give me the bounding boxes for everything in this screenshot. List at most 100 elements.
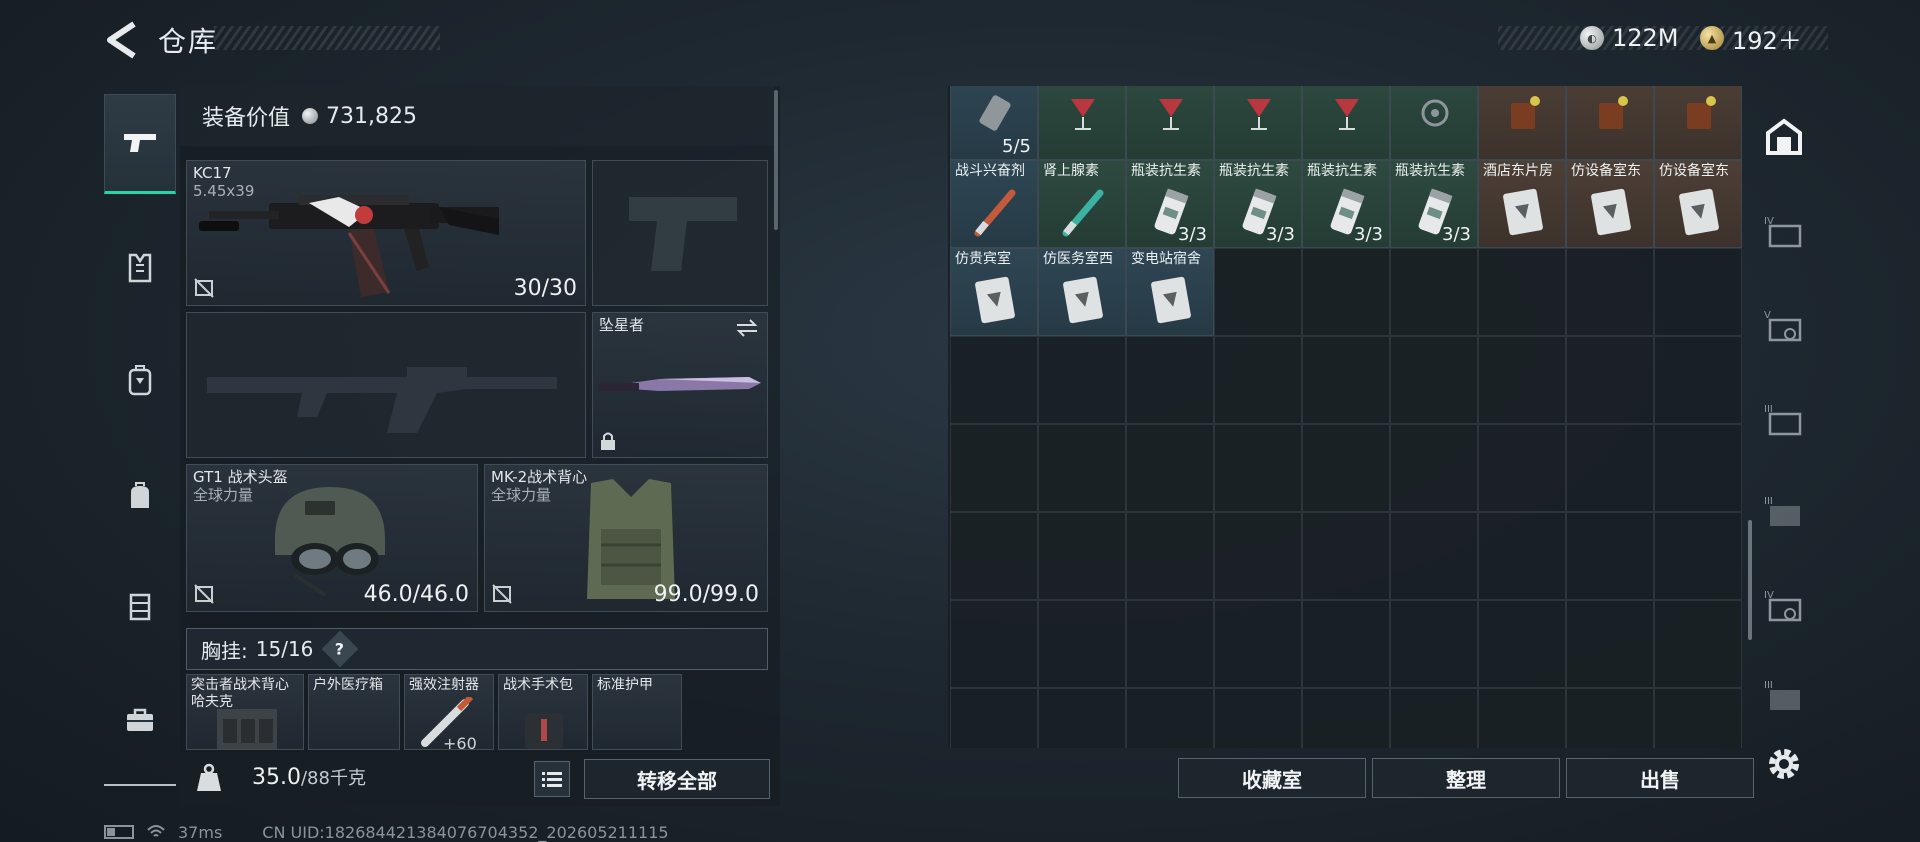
grid-cell[interactable] <box>1038 336 1126 424</box>
inventory-item[interactable]: 肾上腺素 <box>1038 160 1126 248</box>
rail-tools[interactable] <box>104 670 176 770</box>
rail-container-iv[interactable]: IV <box>1760 196 1808 266</box>
grid-cell[interactable] <box>1654 336 1742 424</box>
inventory-item[interactable] <box>1390 86 1478 160</box>
chest-rig-bar[interactable]: 胸挂: 15/16 ? <box>186 628 768 670</box>
grid-cell[interactable] <box>1214 336 1302 424</box>
grid-cell[interactable] <box>1126 336 1214 424</box>
grid-cell[interactable] <box>950 424 1038 512</box>
grid-cell[interactable] <box>1302 336 1390 424</box>
inventory-item[interactable] <box>1478 86 1566 160</box>
grid-cell[interactable] <box>1390 600 1478 688</box>
inventory-item[interactable]: 仿贵宾室 <box>950 248 1038 336</box>
grid-cell[interactable] <box>1214 600 1302 688</box>
grid-cell[interactable] <box>1390 336 1478 424</box>
chest-item-armor[interactable]: 标准护甲 <box>592 674 682 750</box>
inventory-item[interactable]: 瓶装抗生素 3/3 <box>1214 160 1302 248</box>
transfer-all-button[interactable]: 转移全部 <box>584 759 770 799</box>
grid-cell[interactable] <box>950 336 1038 424</box>
grid-cell[interactable] <box>1478 600 1566 688</box>
inventory-item[interactable] <box>1126 86 1214 160</box>
grid-cell[interactable] <box>1654 600 1742 688</box>
grid-cell[interactable] <box>1214 248 1302 336</box>
primary-weapon-slot[interactable]: KC17 5.45x39 30/30 <box>186 160 586 306</box>
gold-currency[interactable]: ▲ 192＋ <box>1700 22 1802 55</box>
grid-cell[interactable] <box>1566 248 1654 336</box>
rail-safehouse[interactable] <box>1760 102 1808 172</box>
inventory-item[interactable] <box>1038 86 1126 160</box>
grid-cell[interactable] <box>1478 688 1566 748</box>
grid-cell[interactable] <box>1126 600 1214 688</box>
grid-cell[interactable] <box>1478 512 1566 600</box>
chest-item-medkit[interactable]: 户外医疗箱 <box>308 674 400 750</box>
grid-cell[interactable] <box>1126 688 1214 748</box>
grid-cell[interactable] <box>1038 424 1126 512</box>
grid-cell[interactable] <box>1566 424 1654 512</box>
left-scrollbar[interactable] <box>774 90 778 230</box>
grid-cell[interactable] <box>1390 512 1478 600</box>
settings-button[interactable] <box>1764 744 1804 784</box>
grid-cell[interactable] <box>1038 688 1126 748</box>
grid-cell[interactable] <box>1654 512 1742 600</box>
rail-container-v[interactable]: V <box>1760 290 1808 360</box>
grid-cell[interactable] <box>1390 248 1478 336</box>
grid-cell[interactable] <box>1654 688 1742 748</box>
chest-item-vest[interactable]: 突击者战术背心 哈夫克 <box>186 674 304 750</box>
inventory-item[interactable]: 瓶装抗生素 3/3 <box>1390 160 1478 248</box>
help-button[interactable]: ? <box>322 630 359 668</box>
grid-cell[interactable] <box>1038 600 1126 688</box>
inventory-item[interactable] <box>1214 86 1302 160</box>
helmet-slot[interactable]: GT1 战术头盔 全球力量 46.0/46.0 <box>186 464 478 612</box>
sort-button[interactable]: 整理 <box>1372 758 1560 798</box>
grid-cell[interactable] <box>1478 424 1566 512</box>
grid-cell[interactable] <box>1302 248 1390 336</box>
grid-cell[interactable] <box>1126 424 1214 512</box>
grid-cell[interactable] <box>1302 424 1390 512</box>
grid-cell[interactable] <box>1566 512 1654 600</box>
rail-bag[interactable] <box>104 446 176 546</box>
secondary-weapon-slot[interactable] <box>186 312 586 458</box>
rail-container-iii[interactable]: III <box>1760 384 1808 454</box>
rail-container-iii-b[interactable]: III <box>1760 476 1808 546</box>
grid-cell[interactable] <box>1654 424 1742 512</box>
grid-cell[interactable] <box>1214 688 1302 748</box>
sell-button[interactable]: 出售 <box>1566 758 1754 798</box>
grid-cell[interactable] <box>950 688 1038 748</box>
rail-armor[interactable] <box>104 218 176 318</box>
inventory-item[interactable]: 仿医务室西 <box>1038 248 1126 336</box>
list-view-button[interactable] <box>534 761 570 797</box>
inventory-item[interactable]: 5/5 <box>950 86 1038 160</box>
grid-cell[interactable] <box>1390 424 1478 512</box>
inventory-scrollbar[interactable] <box>1748 520 1752 640</box>
inventory-item[interactable] <box>1654 86 1742 160</box>
grid-cell[interactable] <box>1478 248 1566 336</box>
grid-cell[interactable] <box>1478 336 1566 424</box>
grid-cell[interactable] <box>1566 688 1654 748</box>
pistol-slot[interactable] <box>592 160 768 306</box>
grid-cell[interactable] <box>1302 512 1390 600</box>
silver-currency[interactable]: ◐ 122M <box>1580 22 1679 54</box>
grid-cell[interactable] <box>1038 512 1126 600</box>
rail-backpack[interactable] <box>104 330 176 430</box>
inventory-item[interactable]: 战斗兴奋剂 <box>950 160 1038 248</box>
grid-cell[interactable] <box>950 512 1038 600</box>
grid-cell[interactable] <box>1390 688 1478 748</box>
inventory-item[interactable]: 瓶装抗生素 3/3 <box>1302 160 1390 248</box>
rail-chest-rig[interactable] <box>104 556 176 656</box>
inventory-item[interactable]: 仿设备室东 <box>1566 160 1654 248</box>
chest-item-surgery-kit[interactable]: 战术手术包 <box>498 674 588 750</box>
back-button[interactable] <box>104 20 138 60</box>
inventory-item[interactable]: 酒店东片房 <box>1478 160 1566 248</box>
grid-cell[interactable] <box>1214 424 1302 512</box>
inventory-item[interactable]: 变电站宿舍 <box>1126 248 1214 336</box>
grid-cell[interactable] <box>1302 600 1390 688</box>
rail-container-iv-b[interactable]: IV <box>1760 570 1808 640</box>
melee-slot[interactable]: 坠星者 <box>592 312 768 458</box>
swap-icon[interactable] <box>735 319 759 337</box>
vault-button[interactable]: 收藏室 <box>1178 758 1366 798</box>
inventory-item[interactable]: 仿设备室东 <box>1654 160 1742 248</box>
grid-cell[interactable] <box>1566 600 1654 688</box>
inventory-item[interactable]: 瓶装抗生素 3/3 <box>1126 160 1214 248</box>
rail-container-iii-c[interactable]: III <box>1760 660 1808 730</box>
inventory-item[interactable] <box>1302 86 1390 160</box>
